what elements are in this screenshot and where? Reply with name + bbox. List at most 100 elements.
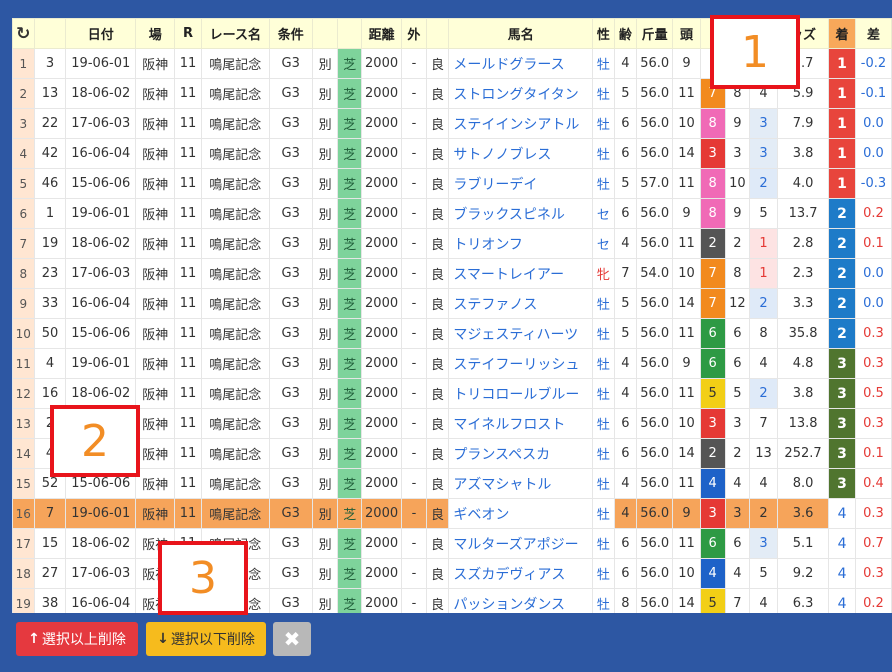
header-col-4[interactable]: R [174,18,202,49]
cell-name[interactable]: スマートレイアー [448,258,594,289]
cell-name[interactable]: マイネルフロスト [448,408,594,439]
table-row[interactable]: 5 46 15-06-06 阪神 11 鳴尾記念 G3 別芝 2000- 良ラブリーデイ牡 5 57.… [12,168,892,199]
table-row[interactable]: 182717-06-03阪神11鳴尾記念G3別芝2000-良スズカデヴィアス牡6… [12,558,892,589]
cell-name[interactable]: メールドグラース [448,48,594,79]
cell-out: - [401,108,427,139]
cell-name[interactable]: ステファノス [448,288,594,319]
cell-name[interactable]: スズカデヴィアス [448,558,594,589]
delete-above-button[interactable]: ↑ 選択以上削除 [16,622,138,656]
cell-sex: 牡 [592,378,615,409]
table-row[interactable]: 193816-06-04阪神11鳴尾記念G3別芝2000-良パッションダンス牡8… [12,588,892,613]
cell-turf: 芝 [337,108,363,139]
cell-umaban: 2 [724,438,751,469]
table-row[interactable]: 8 23 17-06-03 阪神 11 鳴尾記念 G3 別芝 2000- 良スマートレイアー牝 7 5… [12,258,892,289]
cell-place: 阪神 [135,498,176,529]
header-col-5[interactable]: レース名 [200,18,270,49]
cell-r: 11 [174,438,202,469]
header-col-16[interactable]: 頭 [672,18,701,49]
cell-name[interactable]: マルターズアポジー [448,528,594,559]
cell-name[interactable]: トリオンフ [448,228,594,259]
table-row[interactable]: 6 1 19-06-01 阪神 11 鳴尾記念 G3 別芝 2000- 良ブラックスピネルセ 6 56… [12,198,892,229]
header-col-1[interactable] [33,18,67,49]
header-col-7[interactable] [311,18,339,49]
cell-name[interactable]: ギベオン [448,498,594,529]
cell-cls: 別 [311,138,339,169]
table-row[interactable]: 13217-06-03阪神11鳴尾記念G3別芝2000-良マイネルフロスト牡65… [12,408,892,439]
cell-umaban: 8 [724,258,751,289]
cell-name[interactable]: ステイインシアトル [448,108,594,139]
header-col-9[interactable]: 距離 [361,18,403,49]
cell-umaban: 2 [724,228,751,259]
cell-name[interactable]: サトノノブレス [448,138,594,169]
cell-name[interactable]: アズマシャトル [448,468,594,499]
table-row[interactable]: 12 16 18-06-02 阪神 11 鳴尾記念 G3 別芝 2000- 良トリコロールブルー牡… [12,378,892,409]
delete-below-label: 選択以下削除 [170,632,255,648]
cell-track: 良 [425,438,450,469]
table-row[interactable]: 15 52 15-06-06 阪神 11 鳴尾記念 G3 別芝 2000- 良アズマシャトル牡 4 5… [12,468,892,499]
cell-date: 17-06-03 [65,558,137,589]
cell-wt: 56.0 [636,528,674,559]
cell-out: - [401,408,427,439]
cell-race: 鳴尾記念 [200,138,270,169]
table-row[interactable]: 14416-06-04阪神11鳴尾記念G3別芝2000-良プランスペスカ牡656… [12,438,892,469]
cell-waku: 4 [699,558,726,589]
cell-umaban: 9 [724,198,751,229]
cell-wt: 56.0 [636,498,674,529]
header-col-2[interactable]: 日付 [65,18,137,49]
cell-grade: G3 [268,588,313,613]
cell-track: 良 [425,198,450,229]
cell-name[interactable]: パッションダンス [448,588,594,613]
table-row[interactable]: 9 33 16-06-04 阪神 11 鳴尾記念 G3 別芝 2000- 良ステファノス牡 5 56.… [12,288,892,319]
table-row[interactable]: 4 42 16-06-04 阪神 11 鳴尾記念 G3 別芝 2000- 良サトノノブレス牡 6 56… [12,138,892,169]
table-row[interactable]: 11 4 19-06-01 阪神 11 鳴尾記念 G3 別芝 2000- 良ステイフーリッシュ牡 4… [12,348,892,379]
close-button[interactable]: ✖ [273,622,311,656]
cell-wt: 56.0 [636,348,674,379]
header-col-3[interactable]: 場 [135,18,176,49]
cell-name[interactable]: マジェスティハーツ [448,318,594,349]
cell-out: - [401,138,427,169]
cell-age: 5 [613,318,638,349]
cell-name[interactable]: ストロングタイタン [448,78,594,109]
header-col-8[interactable] [337,18,363,49]
header-col-10[interactable]: 外 [401,18,427,49]
cell-heads: 14 [672,138,701,169]
header-col-13[interactable]: 性 [592,18,615,49]
cell-name[interactable]: ブラックスピネル [448,198,594,229]
cell-age: 6 [613,438,638,469]
cell-sex: 牡 [592,528,615,559]
cell-umaban: 4 [724,558,751,589]
arrow-down-icon: ↓ [157,631,169,647]
header-col-14[interactable]: 齢 [613,18,638,49]
cell-id: 27 [33,558,67,589]
cell-name[interactable]: ステイフーリッシュ [448,348,594,379]
delete-below-button[interactable]: ↓ 選択以下削除 [146,622,266,656]
table-row[interactable]: 10 50 15-06-06 阪神 11 鳴尾記念 G3 別芝 2000- 良マジェスティハーツ牡… [12,318,892,349]
header-col-12[interactable]: 馬名 [448,18,594,49]
refresh-icon[interactable]: ↻ [12,18,35,49]
table-row[interactable]: 171518-06-02阪神11鳴尾記念G3別芝2000-良マルターズアポジー牡… [12,528,892,559]
header-col-22[interactable]: 差 [854,18,892,49]
annotation-label-3: 3 [189,552,217,604]
header-col-21[interactable]: 着 [828,18,856,49]
cell-name[interactable]: ラブリーデイ [448,168,594,199]
cell-name[interactable]: プランスペスカ [448,438,594,469]
cell-name[interactable]: トリコロールブルー [448,378,594,409]
cell-grade: G3 [268,258,313,289]
cell-pop: 4 [749,588,778,613]
header-col-6[interactable]: 条件 [268,18,313,49]
cell-id: 1 [33,198,67,229]
cell-diff: 0.0 [854,138,892,169]
cell-wt: 56.0 [636,408,674,439]
cell-i: 3 [12,108,35,139]
cell-odds: 252.7 [776,438,830,469]
cell-diff: 0.0 [854,288,892,319]
header-col-15[interactable]: 斤量 [636,18,674,49]
cell-age: 6 [613,408,638,439]
table-row[interactable]: 3 22 17-06-03 阪神 11 鳴尾記念 G3 別芝 2000- 良ステイインシアトル牡 6… [12,108,892,139]
cell-dist: 2000 [361,318,403,349]
cell-waku: 8 [699,168,726,199]
header-col-11[interactable] [425,18,450,49]
table-row[interactable]: 7 19 18-06-02 阪神 11 鳴尾記念 G3 別芝 2000- 良トリオンフセ 4 56.0… [12,228,892,259]
table-row[interactable]: 16 7 19-06-01 阪神 11 鳴尾記念 G3 別芝 2000- 良ギベオン牡 4 56.0 9… [12,498,892,529]
cell-pop: 3 [749,528,778,559]
